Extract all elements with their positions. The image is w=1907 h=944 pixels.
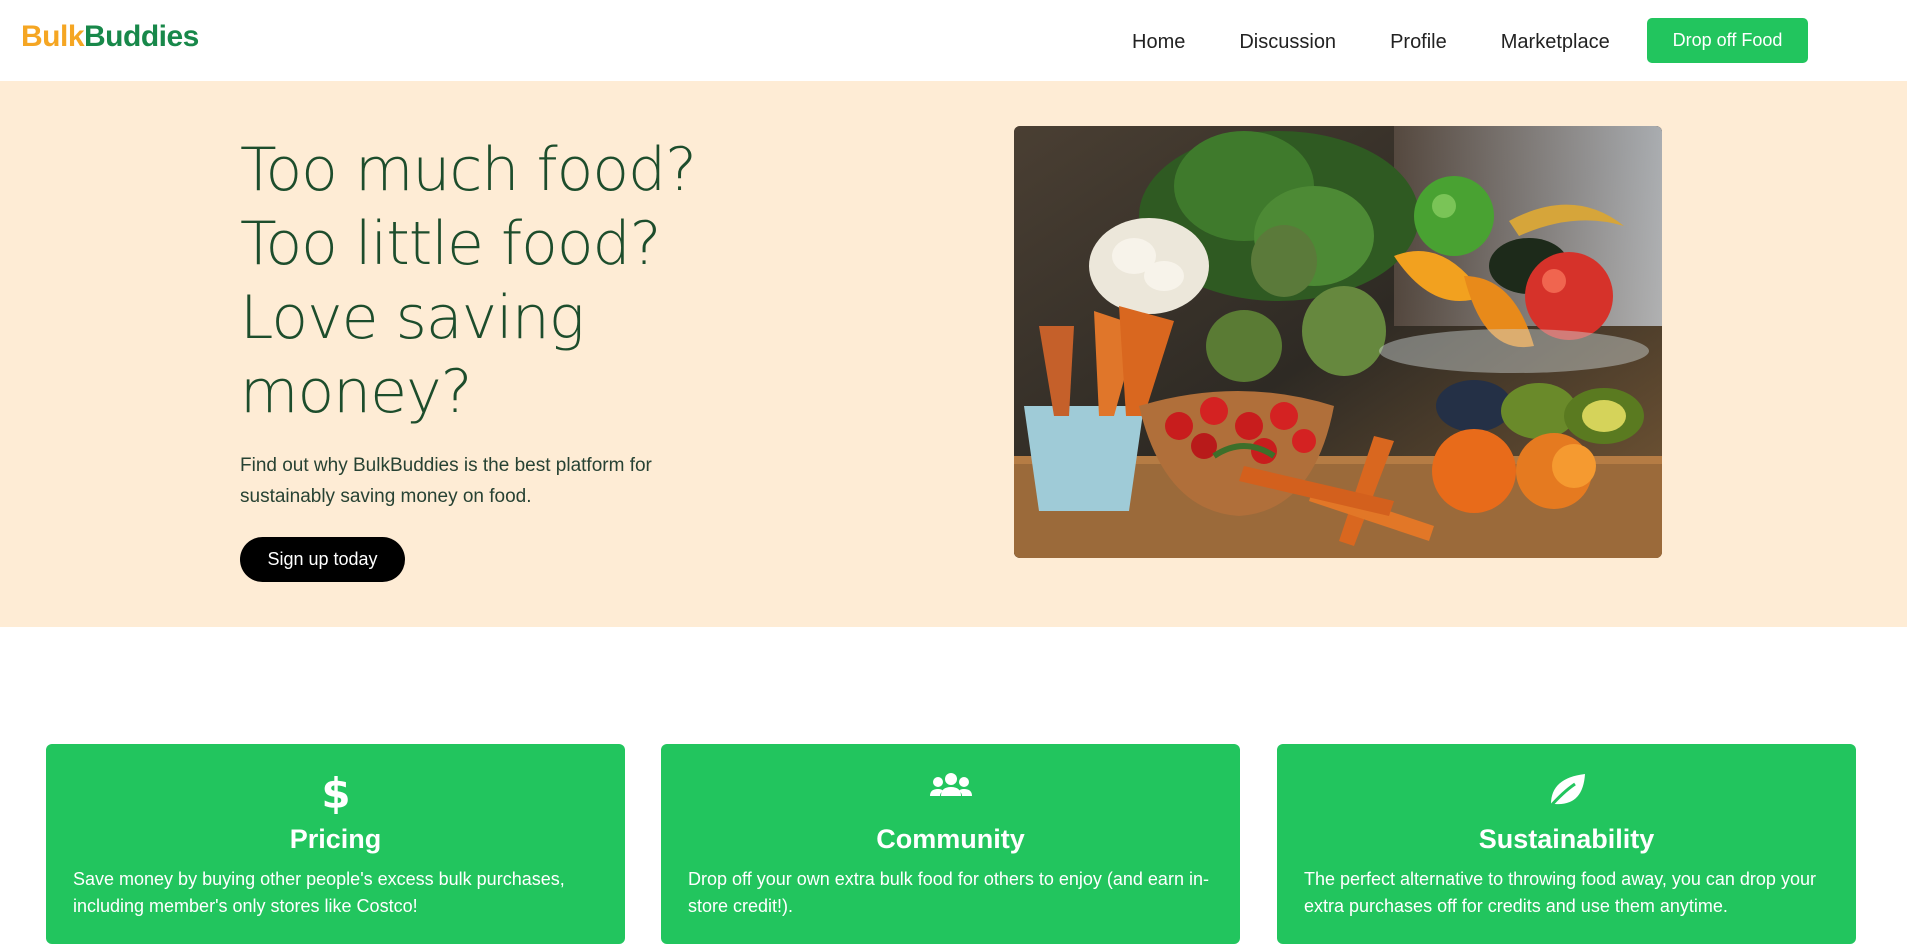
feature-title: Community — [876, 824, 1025, 854]
nav-link-home[interactable]: Home — [1132, 28, 1185, 56]
nav-link-discussion[interactable]: Discussion — [1239, 28, 1336, 56]
feature-description: Save money by buying other people's exce… — [73, 869, 565, 916]
brand-logo[interactable]: BulkBuddies — [21, 20, 199, 54]
feature-title: Sustainability — [1478, 824, 1655, 854]
brand-logo-buddies: Buddies — [84, 20, 199, 53]
navbar: BulkBuddies Home Discussion Profile Mark… — [0, 0, 1907, 81]
sign-up-button[interactable]: Sign up today — [240, 537, 405, 582]
feature-card-community: Community Drop off your own extra bulk f… — [661, 744, 1240, 944]
hero-title-line: Too much food? — [240, 135, 697, 205]
hero-title: Too much food? Too little food? Love sav… — [240, 133, 760, 429]
users-icon — [661, 770, 1240, 811]
hero-title-line: Love saving — [240, 283, 585, 353]
leaf-icon — [1277, 770, 1856, 815]
hero-title-line: money? — [240, 357, 472, 427]
hero-subtitle: Find out why BulkBuddies is the best pla… — [240, 455, 652, 507]
drop-off-food-button[interactable]: Drop off Food — [1647, 18, 1808, 63]
dollar-icon: $ — [46, 769, 625, 819]
nav-link-marketplace[interactable]: Marketplace — [1501, 28, 1610, 56]
hero-title-line: Too little food? — [240, 209, 661, 279]
feature-description: The perfect alternative to throwing food… — [1304, 869, 1816, 916]
nav-link-profile[interactable]: Profile — [1390, 28, 1447, 56]
feature-description: Drop off your own extra bulk food for ot… — [688, 869, 1209, 916]
feature-card-pricing: $ Pricing Save money by buying other peo… — [46, 744, 625, 944]
nav-links: Home Discussion Profile Marketplace — [1132, 28, 1664, 56]
svg-text:$: $ — [321, 770, 350, 814]
feature-title: Pricing — [289, 824, 382, 854]
hero-section: Too much food? Too little food? Love sav… — [0, 81, 1907, 627]
hero-produce-image — [1014, 126, 1662, 558]
feature-card-sustainability: Sustainability The perfect alternative t… — [1277, 744, 1856, 944]
brand-logo-bulk: Bulk — [21, 20, 85, 53]
